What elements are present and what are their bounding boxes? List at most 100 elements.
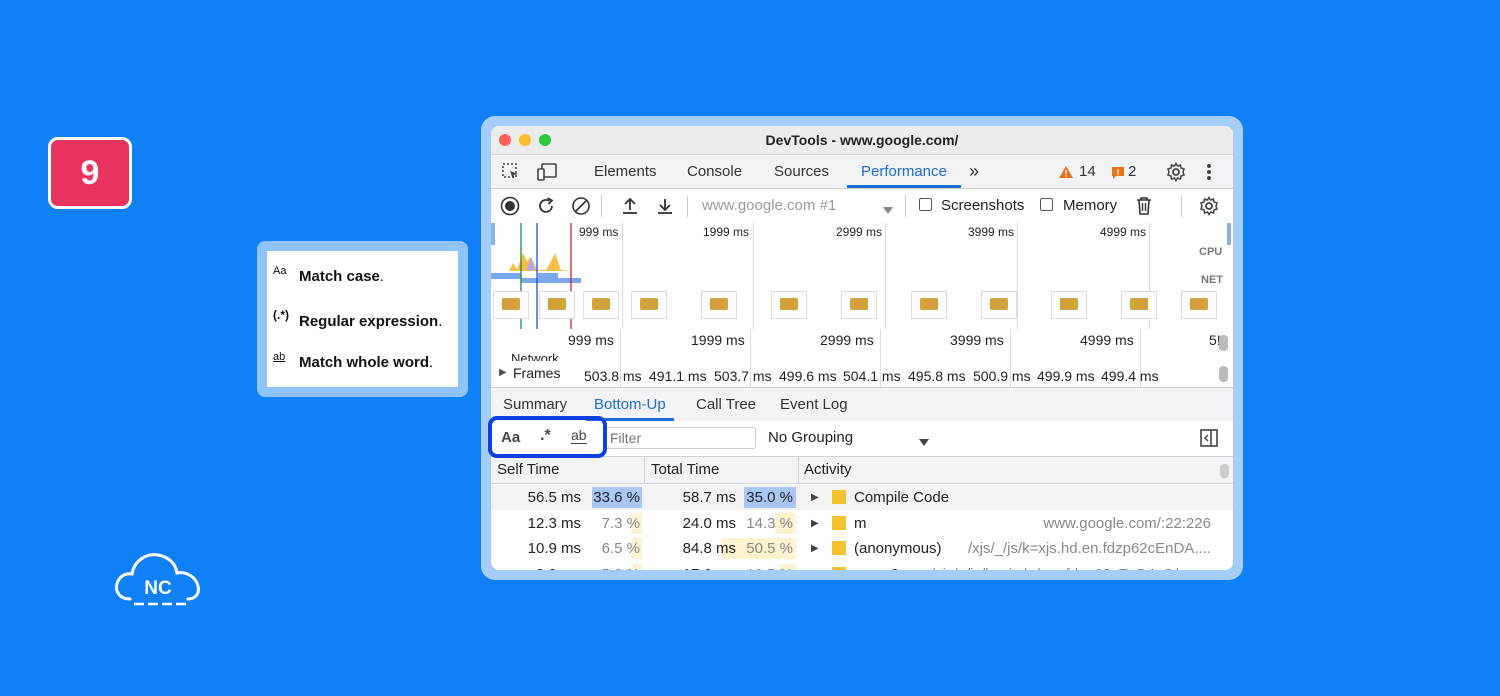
frame-time: 504.1 ms — [843, 368, 901, 384]
filter-toggles-highlight — [488, 416, 607, 458]
column-total-time[interactable]: Total Time — [651, 457, 719, 482]
self-time-percent: 33.6 % — [593, 489, 640, 506]
issues-count[interactable]: 2 — [1128, 155, 1136, 188]
tab-console[interactable]: Console — [687, 155, 742, 188]
legend-whole-word-label: Match whole word — [299, 354, 430, 371]
toolbar-divider — [687, 195, 688, 217]
memory-label: Memory — [1063, 197, 1118, 214]
activity-color-swatch — [832, 566, 846, 570]
self-time: 56.5 ms — [527, 489, 581, 506]
frame-time: 495.8 ms — [908, 368, 966, 384]
frame-time: 499.6 ms — [779, 368, 837, 384]
screenshot-thumbnail — [1121, 291, 1157, 319]
grouping-select[interactable]: No Grouping — [768, 429, 853, 446]
activity-url[interactable]: www.google.com/:22:226 — [1043, 511, 1211, 536]
self-time: 12.3 ms — [527, 514, 581, 532]
memory-checkbox[interactable] — [1040, 198, 1053, 211]
regex-icon: (.*) — [273, 308, 289, 322]
timeline-overview[interactable]: 999 ms 1999 ms 2999 ms 3999 ms 4999 ms C… — [491, 223, 1233, 330]
zoom-window-button[interactable] — [539, 134, 551, 146]
timeline-tick: 999 ms — [568, 332, 614, 348]
timeline-tick: 3999 ms — [950, 332, 1004, 348]
column-activity[interactable]: Activity — [804, 457, 852, 482]
total-time-percent: 14.3 % — [746, 514, 793, 532]
self-time: 9.9 ms — [536, 562, 581, 571]
activity-url[interactable]: /xjs/_/js/k=xjs.hd.en.fdzp62cEnDA.... — [968, 536, 1211, 561]
device-toolbar-icon[interactable] — [536, 162, 558, 187]
screenshots-checkbox[interactable] — [919, 198, 932, 211]
match-case-icon: Aa — [273, 265, 287, 277]
grouping-dropdown-icon[interactable] — [919, 434, 929, 452]
title-bar: DevTools - www.google.com/ — [491, 126, 1233, 155]
activity-url[interactable]: /xjs/_/js/k=xjs.hd.en.fdzp62cEnDA-O/am..… — [931, 562, 1211, 571]
timeline-scrollbar[interactable] — [1219, 335, 1228, 351]
table-row[interactable]: 10.9 ms 6.5 % 84.8 ms 50.5 % ▶ (anonymous) /xj… — [491, 536, 1233, 561]
table-row[interactable]: 12.3 ms 7.3 % 24.0 ms 14.3 % ▶ m www.google.co… — [491, 511, 1233, 536]
table-row[interactable]: 56.5 ms 33.6 % 58.7 ms 35.0 % ▶ Compile Code — [491, 485, 1233, 510]
total-time-percent: 50.5 % — [746, 540, 793, 557]
filter-input[interactable] — [605, 427, 756, 449]
screenshot-thumbnail — [1051, 291, 1087, 319]
capture-settings-gear-icon[interactable] — [1199, 196, 1219, 221]
profile-dropdown-icon[interactable] — [883, 202, 893, 220]
tab-performance[interactable]: Performance — [847, 155, 961, 188]
screenshot-thumbnail — [911, 291, 947, 319]
screenshot-thumbnail — [1181, 291, 1217, 319]
frame-time: 500.9 ms — [973, 368, 1031, 384]
upload-icon[interactable] — [620, 196, 640, 221]
tab-sources[interactable]: Sources — [774, 155, 829, 188]
trash-icon[interactable] — [1136, 196, 1152, 221]
more-tabs-icon[interactable]: » — [969, 155, 979, 188]
timeline-tracks[interactable]: 999 ms 1999 ms 2999 ms 3999 ms 4999 ms 5… — [491, 329, 1233, 387]
devtools-window: DevTools - www.google.com/ Elements Cons… — [491, 126, 1233, 570]
main-tabs-bar: Elements Console Sources Performance » 1… — [491, 155, 1233, 189]
issues-icon[interactable] — [1111, 166, 1125, 185]
more-options-icon[interactable] — [1206, 163, 1212, 186]
frame-time: 499.9 ms — [1037, 368, 1095, 384]
legend-regex: (.*) Regular expression. — [273, 308, 443, 330]
total-time: 24.0 ms — [682, 514, 736, 532]
warnings-count[interactable]: 14 — [1079, 155, 1096, 188]
tab-call-tree[interactable]: Call Tree — [696, 388, 756, 421]
warning-icon[interactable] — [1058, 165, 1074, 184]
tab-elements[interactable]: Elements — [594, 155, 657, 188]
table-row[interactable]: 9.9 ms 5.9 % 17.6 ms 10.5 % ▶ _.m.z9a/xjs/_/j… — [491, 562, 1233, 571]
reload-record-icon[interactable] — [536, 196, 556, 221]
close-window-button[interactable] — [499, 134, 511, 146]
clear-icon[interactable] — [571, 196, 591, 221]
profile-select[interactable]: www.google.com #1 — [702, 197, 836, 214]
activity-name: Compile Code — [854, 489, 950, 506]
total-time: 84.8 ms — [682, 540, 736, 557]
expand-row-icon[interactable]: ▶ — [811, 562, 819, 571]
legend-regex-label: Regular expression — [299, 313, 439, 330]
expand-row-icon[interactable]: ▶ — [811, 485, 819, 510]
timeline-scrollbar[interactable] — [1219, 366, 1228, 382]
activity-color-swatch — [832, 490, 846, 504]
settings-gear-icon[interactable] — [1166, 162, 1186, 187]
step-badge: 9 — [48, 137, 132, 209]
timeline-tick: 1999 ms — [691, 332, 745, 348]
frame-time: 491.1 ms — [649, 368, 707, 384]
record-icon[interactable] — [500, 196, 520, 221]
column-self-time[interactable]: Self Time — [497, 457, 560, 482]
toggle-sidebar-icon[interactable] — [1200, 429, 1218, 452]
inspect-element-icon[interactable] — [501, 162, 521, 187]
expand-row-icon[interactable]: ▶ — [811, 536, 819, 561]
activity-color-swatch — [832, 541, 846, 555]
total-time: 17.6 ms — [683, 562, 736, 571]
legend-match-case-label: Match case — [299, 268, 380, 285]
screenshots-label: Screenshots — [941, 197, 1025, 214]
screenshot-thumbnail — [981, 291, 1017, 319]
minimize-window-button[interactable] — [519, 134, 531, 146]
tab-event-log[interactable]: Event Log — [780, 388, 848, 421]
expand-row-icon[interactable]: ▶ — [811, 511, 819, 536]
frames-expand-icon[interactable]: ▶ — [499, 367, 507, 378]
activity-name: (anonymous) — [854, 540, 942, 557]
self-time-percent: 5.9 % — [602, 562, 640, 571]
table-scrollbar[interactable] — [1220, 464, 1229, 478]
performance-toolbar: www.google.com #1 Screenshots Memory — [491, 189, 1233, 224]
frames-track-label[interactable]: Frames — [513, 365, 560, 381]
network-track-label[interactable]: Network — [511, 353, 559, 361]
download-icon[interactable] — [655, 196, 675, 221]
window-title: DevTools - www.google.com/ — [765, 132, 959, 148]
